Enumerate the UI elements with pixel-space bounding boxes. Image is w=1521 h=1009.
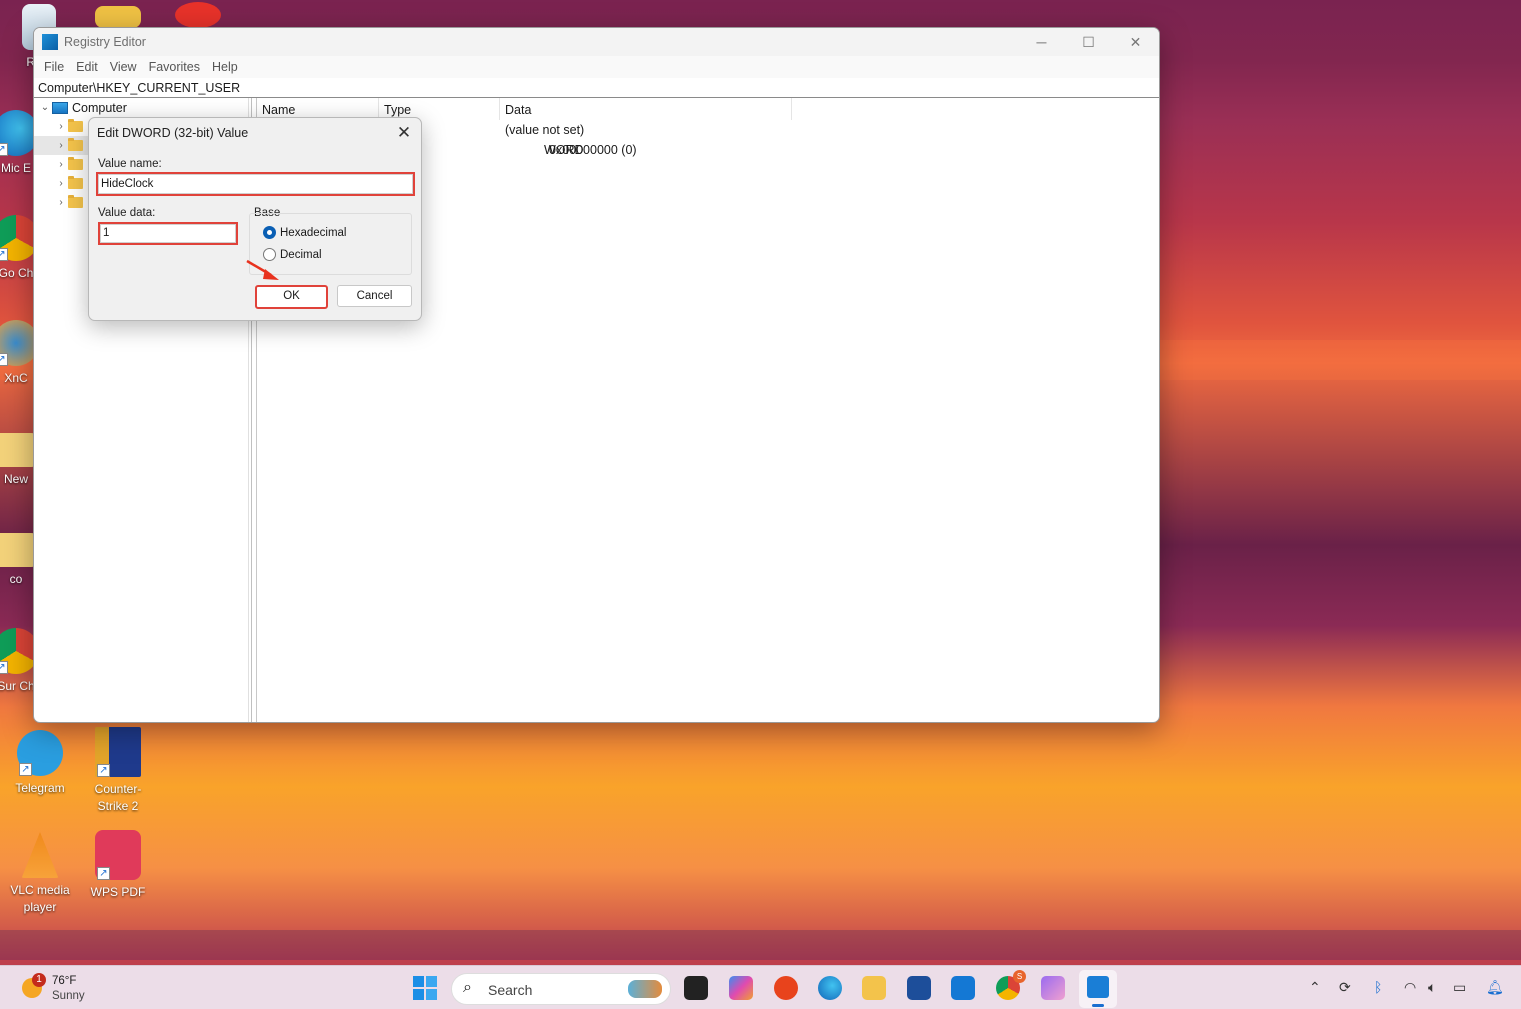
window-title: Registry Editor: [64, 35, 146, 49]
chevron-right-icon[interactable]: ›: [54, 159, 68, 170]
row-data: 0x00000000 (0): [549, 143, 637, 157]
tree-node-computer[interactable]: ⌄ Computer: [34, 98, 251, 117]
microsoft-store-icon[interactable]: [907, 976, 931, 1000]
value-data-input[interactable]: 1: [98, 222, 238, 245]
menu-view[interactable]: View: [110, 60, 137, 74]
weather-widget[interactable]: 1 76°F Sunny: [20, 973, 100, 1005]
edit-dword-dialog: Edit DWORD (32-bit) Value ✕ Value name: …: [88, 117, 422, 321]
start-button[interactable]: [413, 976, 437, 1000]
telegram-icon: ↗: [17, 730, 63, 776]
address-bar[interactable]: Computer\HKEY_CURRENT_USER: [34, 78, 1159, 98]
menu-edit[interactable]: Edit: [76, 60, 98, 74]
close-button[interactable]: ✕: [1112, 28, 1159, 56]
radio-hexadecimal[interactable]: Hexadecimal: [263, 226, 346, 239]
dialog-title: Edit DWORD (32-bit) Value: [97, 125, 249, 140]
weather-temp: 76°F: [52, 975, 77, 987]
windows-logo-icon: [413, 976, 424, 987]
vlc-icon: [21, 832, 59, 878]
wifi-icon[interactable]: ◠: [1404, 979, 1416, 996]
registry-editor-taskbar-button[interactable]: [1079, 970, 1117, 1008]
registry-editor-icon: [1087, 976, 1109, 998]
task-view-icon[interactable]: [684, 976, 708, 1000]
weather-condition: Sunny: [52, 990, 85, 1002]
cancel-button[interactable]: Cancel: [337, 285, 412, 307]
chevron-down-icon[interactable]: ⌄: [38, 102, 52, 113]
desktop-icon-telegram[interactable]: ↗ Telegram: [4, 730, 76, 797]
value-name-input[interactable]: HideClock: [96, 172, 415, 196]
registry-editor-app-icon: [42, 34, 58, 50]
desktop-icon-counter-strike[interactable]: ↗ Counter-Strike 2: [82, 727, 154, 815]
menu-bar: File Edit View Favorites Help: [34, 56, 1159, 78]
menu-favorites[interactable]: Favorites: [149, 60, 200, 74]
wallpaper-band: [0, 930, 1521, 960]
minimize-button[interactable]: ─: [1018, 28, 1065, 56]
folder-icon: [68, 195, 83, 208]
taskbar-search[interactable]: ⌕ Search: [451, 973, 671, 1005]
desktop-icon-vlc[interactable]: VLC media player: [4, 832, 76, 916]
folder-icon: [68, 119, 83, 132]
wps-pdf-icon: ↗: [95, 830, 141, 880]
weather-badge: 1: [32, 973, 46, 987]
edge-icon[interactable]: [818, 976, 842, 1000]
menu-file[interactable]: File: [44, 60, 64, 74]
dialog-close-button[interactable]: ✕: [387, 123, 421, 143]
app-icon: [175, 2, 221, 28]
photos-icon[interactable]: [1041, 976, 1065, 1000]
radio-selected-icon: [263, 226, 276, 239]
dialog-title-bar[interactable]: Edit DWORD (32-bit) Value ✕: [89, 118, 421, 147]
annotation-arrow-icon: [246, 259, 279, 280]
chevron-right-icon[interactable]: ›: [54, 121, 68, 132]
search-highlight-icon: [628, 980, 662, 998]
folder-icon: [68, 176, 83, 189]
chrome-profile-badge: S: [1013, 970, 1026, 983]
chevron-right-icon[interactable]: ›: [54, 178, 68, 189]
chevron-right-icon[interactable]: ›: [54, 140, 68, 151]
row-data: (value not set): [505, 123, 585, 137]
battery-icon[interactable]: ▭: [1453, 979, 1466, 996]
computer-icon: [52, 101, 68, 114]
column-data[interactable]: Data: [500, 98, 792, 120]
folder-icon: [68, 138, 83, 151]
chrome-icon[interactable]: S: [996, 970, 1026, 1000]
value-name-label: Value name:: [98, 158, 162, 170]
bluetooth-icon[interactable]: ᛒ: [1374, 979, 1382, 995]
desktop-icon-wps-pdf[interactable]: ↗ WPS PDF: [82, 830, 154, 901]
ok-button[interactable]: OK: [255, 285, 328, 309]
notification-bell-icon[interactable]: 🔔︎: [1486, 979, 1504, 996]
folder-icon: [68, 157, 83, 170]
outlook-icon[interactable]: [951, 976, 975, 1000]
wps-office-icon[interactable]: [774, 976, 798, 1000]
copilot-icon[interactable]: [729, 976, 753, 1000]
search-icon: ⌕: [463, 979, 472, 996]
sync-icon[interactable]: ⟳: [1339, 979, 1351, 996]
chevron-up-icon[interactable]: ⌃: [1309, 979, 1321, 996]
value-data-label: Value data:: [98, 207, 156, 219]
search-placeholder: Search: [488, 982, 533, 998]
title-bar[interactable]: Registry Editor ─ ☐ ✕: [34, 28, 1159, 56]
taskbar: 1 76°F Sunny ⌕ Search S ⌃ ⟳ ᛒ ◠ 🔈︎ ▭ 🔔︎: [0, 965, 1521, 1009]
file-explorer-icon[interactable]: [862, 976, 886, 1000]
active-indicator: [1092, 1004, 1104, 1007]
folder-icon: [95, 6, 141, 28]
chevron-right-icon[interactable]: ›: [54, 197, 68, 208]
counter-strike-icon: ↗: [95, 727, 141, 777]
maximize-button[interactable]: ☐: [1065, 28, 1112, 56]
volume-icon[interactable]: 🔈︎: [1428, 979, 1436, 996]
menu-help[interactable]: Help: [212, 60, 238, 74]
